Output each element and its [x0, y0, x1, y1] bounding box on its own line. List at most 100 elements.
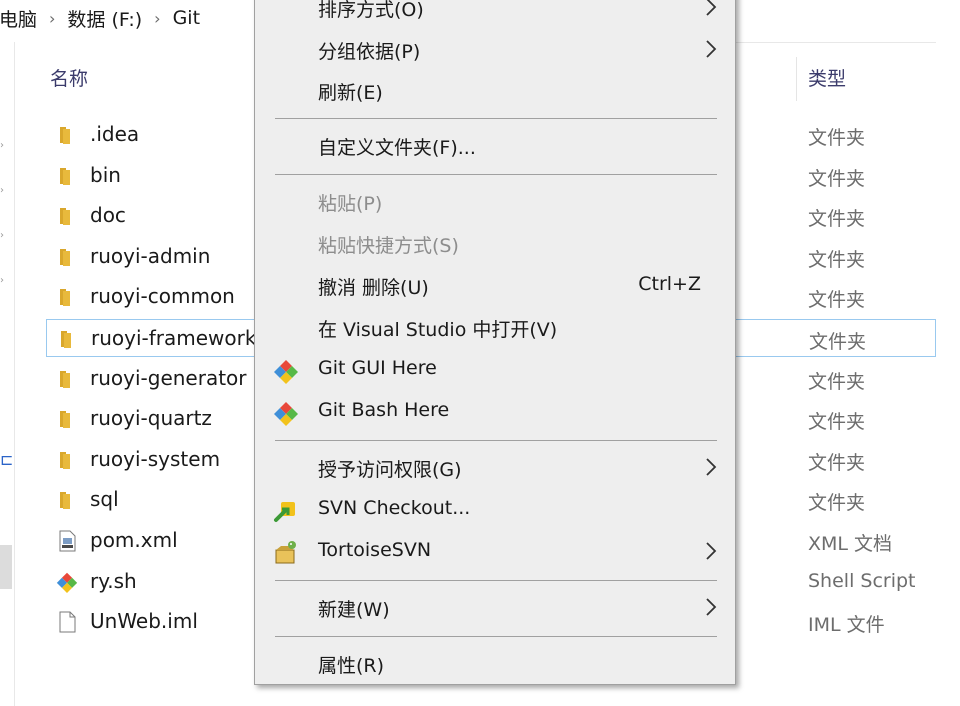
context-menu-item[interactable]: Git GUI Here	[255, 349, 735, 389]
context-menu: 排序方式(O) 分组依据(P) 刷新(E) 自定义文件夹(F)... 粘贴(P) 粘贴快捷…	[254, 0, 736, 685]
file-name: ruoyi-system	[90, 446, 221, 471]
file-name: ry.sh	[90, 568, 137, 593]
breadcrumb-separator-icon: ›	[49, 8, 56, 28]
menu-item-label: 新建(W)	[318, 599, 390, 621]
breadcrumb-separator-icon: ›	[154, 8, 161, 28]
file-type: 文件夹	[808, 208, 866, 231]
file-name: ruoyi-common	[90, 284, 235, 309]
menu-item-label: Git GUI Here	[318, 357, 437, 379]
menu-separator	[275, 440, 717, 441]
folder-icon	[56, 246, 78, 268]
column-header-name[interactable]: 名称	[50, 64, 88, 91]
menu-item-label: 刷新(E)	[318, 82, 383, 104]
file-name: doc	[90, 203, 126, 228]
menu-separator	[275, 118, 717, 119]
context-menu-item[interactable]: Git Bash Here	[255, 391, 735, 431]
breadcrumb: 此电脑 › 数据 (F:) › Git	[0, 0, 200, 36]
context-menu-item: 粘贴快捷方式(S)	[255, 223, 735, 263]
svn-checkout-icon	[273, 498, 299, 524]
file-type: 文件夹	[808, 289, 866, 312]
file-type: 文件夹	[808, 248, 866, 271]
git-icon	[273, 400, 299, 426]
menu-item-label: 撤消 删除(U)	[318, 277, 429, 299]
file-type: 文件夹	[808, 370, 866, 393]
folder-icon	[56, 449, 78, 471]
nav-expand-icon[interactable]: ›	[0, 140, 4, 151]
menu-item-label: 粘贴(P)	[318, 193, 383, 215]
file-name: ruoyi-quartz	[90, 406, 212, 431]
context-menu-item[interactable]: 排序方式(O)	[255, 0, 735, 27]
context-menu-item[interactable]: TortoiseSVN	[255, 531, 735, 571]
file-name: ruoyi-admin	[90, 243, 211, 268]
file-type: 文件夹	[808, 492, 866, 515]
context-menu-item: 粘贴(P)	[255, 181, 735, 221]
folder-icon	[56, 286, 78, 308]
breadcrumb-git-folder[interactable]: Git	[173, 7, 200, 29]
folder-icon	[56, 165, 78, 187]
file-type: 文件夹	[808, 411, 866, 434]
file-name: .idea	[90, 122, 140, 146]
context-menu-item[interactable]: SVN Checkout...	[255, 489, 735, 529]
navigation-pane[interactable]: › › › › ⊏	[0, 42, 15, 706]
nav-item-icon[interactable]: ⊏	[0, 450, 13, 469]
context-menu-item[interactable]: 刷新(E)	[255, 70, 735, 110]
menu-item-label: SVN Checkout...	[318, 497, 471, 519]
folder-icon	[56, 408, 78, 430]
menu-separator	[275, 636, 717, 637]
menu-separator	[275, 580, 717, 581]
menu-item-label: 属性(R)	[318, 655, 385, 677]
menu-item-label: 在 Visual Studio 中打开(V)	[318, 319, 558, 341]
file-type: XML 文档	[808, 533, 893, 555]
file-type: 文件夹	[809, 331, 867, 353]
context-menu-item[interactable]: 自定义文件夹(F)...	[255, 125, 735, 165]
address-bar-divider	[736, 42, 936, 43]
folder-icon	[57, 328, 79, 350]
file-name: ruoyi-generator	[90, 365, 247, 390]
tortoisesvn-icon	[273, 540, 299, 566]
context-menu-item[interactable]: 撤消 删除(U) Ctrl+Z	[255, 265, 735, 305]
column-header-type[interactable]: 类型	[808, 64, 846, 91]
file-name: ruoyi-framework	[91, 326, 257, 350]
context-menu-item[interactable]: 在 Visual Studio 中打开(V)	[255, 307, 735, 347]
nav-expand-icon[interactable]: ›	[0, 230, 4, 241]
file-type: 文件夹	[808, 167, 866, 190]
context-menu-item[interactable]: 授予访问权限(G)	[255, 447, 735, 487]
submenu-arrow-icon	[703, 597, 719, 617]
menu-item-label: 分组依据(P)	[318, 41, 421, 63]
file-type: Shell Script	[808, 569, 916, 592]
menu-item-label: 粘贴快捷方式(S)	[318, 235, 459, 257]
submenu-arrow-icon	[703, 541, 719, 561]
context-menu-item[interactable]: 分组依据(P)	[255, 29, 735, 69]
context-menu-item[interactable]: 新建(W)	[255, 587, 735, 627]
breadcrumb-this-pc[interactable]: 此电脑	[0, 5, 37, 32]
menu-item-label: 排序方式(O)	[318, 0, 424, 21]
file-name: UnWeb.iml	[90, 609, 198, 634]
nav-expand-icon[interactable]: ›	[0, 185, 4, 196]
file-name: sql	[90, 487, 119, 512]
nav-expand-icon[interactable]: ›	[0, 275, 4, 286]
menu-item-label: 授予访问权限(G)	[318, 459, 462, 481]
menu-item-label: TortoiseSVN	[318, 539, 432, 561]
file-type: 文件夹	[808, 451, 866, 474]
nav-selected-item[interactable]	[0, 545, 12, 589]
context-menu-item[interactable]: 属性(R)	[255, 643, 735, 683]
folder-icon	[56, 205, 78, 227]
menu-item-shortcut: Ctrl+Z	[638, 273, 701, 295]
breadcrumb-drive-f[interactable]: 数据 (F:)	[67, 5, 142, 32]
file-type: 文件夹	[808, 127, 866, 149]
file-name: bin	[90, 162, 121, 187]
folder-icon	[56, 368, 78, 390]
submenu-arrow-icon	[703, 457, 719, 477]
column-divider[interactable]	[796, 57, 797, 101]
xml-file-icon	[56, 530, 78, 552]
file-name: pom.xml	[90, 528, 178, 552]
menu-item-label: 自定义文件夹(F)...	[318, 137, 476, 159]
submenu-arrow-icon	[703, 0, 719, 17]
folder-icon	[56, 124, 78, 146]
file-type: IML 文件	[808, 614, 885, 637]
git-script-icon	[56, 571, 78, 593]
blank-file-icon	[56, 611, 78, 633]
folder-icon	[56, 489, 78, 511]
submenu-arrow-icon	[703, 39, 719, 59]
menu-item-label: Git Bash Here	[318, 399, 450, 421]
